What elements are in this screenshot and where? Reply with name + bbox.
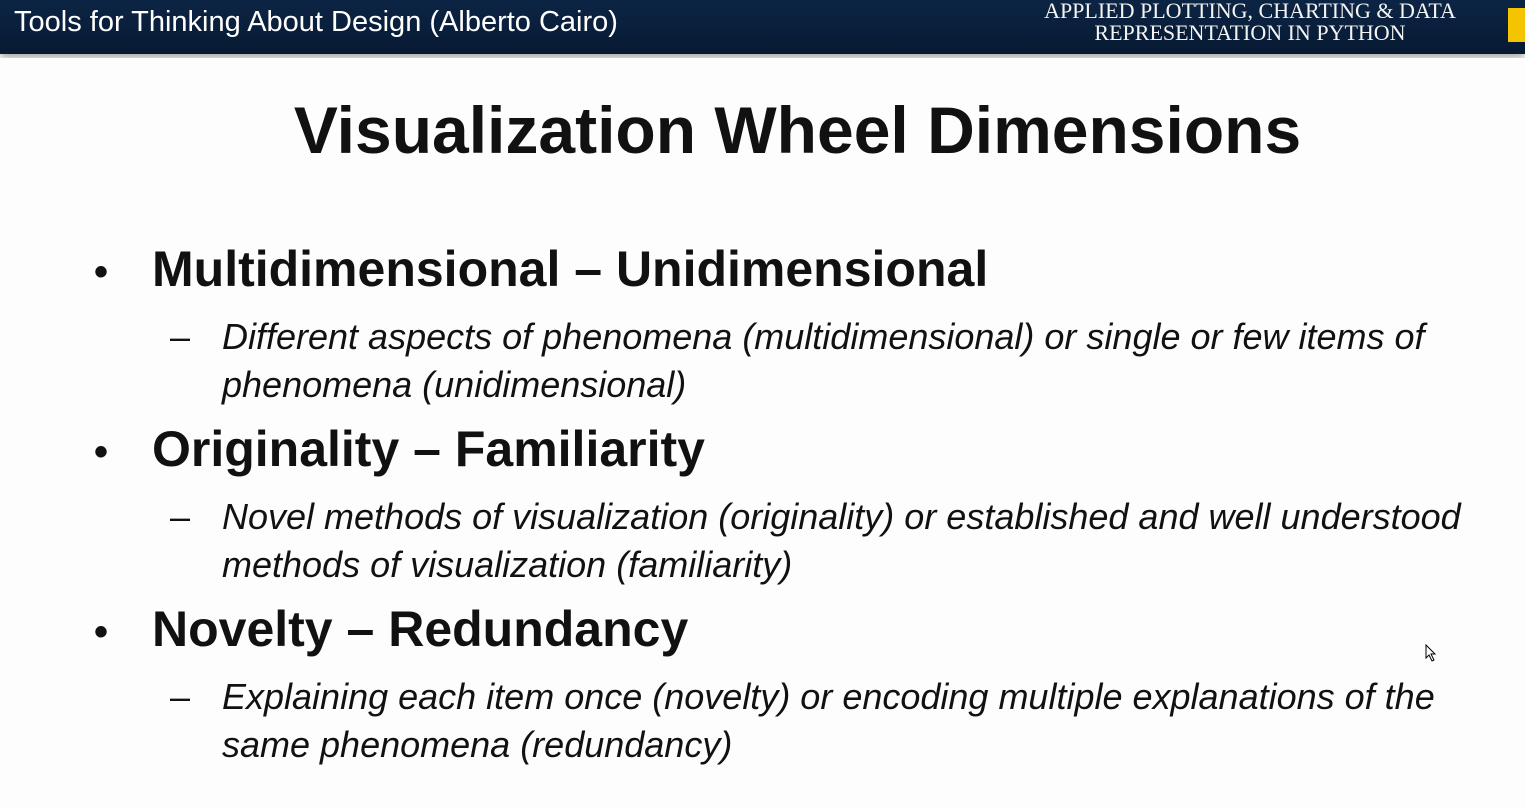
bullet-detail: – Explaining each item once (novelty) or …	[170, 673, 1512, 769]
bullet-icon: •	[94, 250, 109, 295]
bullet-text: Multidimensional – Unidimensional	[152, 241, 989, 297]
course-title-line2: REPRESENTATION IN PYTHON	[1094, 20, 1406, 45]
dash-icon: –	[170, 496, 191, 537]
header-bar: Tools for Thinking About Design (Alberto…	[0, 0, 1525, 54]
mouse-cursor-icon	[1425, 644, 1437, 662]
bullet-text: Originality – Familiarity	[152, 421, 705, 477]
dash-icon: –	[170, 676, 191, 717]
bullet-icon: •	[94, 610, 109, 655]
bullet-detail: – Novel methods of visualization (origina…	[170, 493, 1512, 589]
course-title-line1: APPLIED PLOTTING, CHARTING & DATA	[1044, 0, 1456, 23]
bullet-text: Novelty – Redundancy	[152, 601, 689, 657]
bullet-heading: • Multidimensional – Unidimensional	[94, 240, 988, 298]
bullet-heading: • Originality – Familiarity	[94, 420, 705, 478]
slide-title: Visualization Wheel Dimensions	[293, 93, 1302, 167]
bullet-heading: • Novelty – Redundancy	[94, 600, 688, 658]
bullet-icon: •	[94, 430, 109, 475]
dash-icon: –	[170, 316, 191, 357]
detail-text: Explaining each item once (novelty) or e…	[222, 676, 1435, 765]
university-logo	[1508, 8, 1525, 42]
course-title: APPLIED PLOTTING, CHARTING & DATA REPRES…	[1000, 0, 1500, 44]
detail-text: Novel methods of visualization (original…	[222, 496, 1461, 585]
video-title: Tools for Thinking About Design (Alberto…	[14, 6, 618, 38]
bullet-detail: – Different aspects of phenomena (multidi…	[170, 313, 1512, 409]
detail-text: Different aspects of phenomena (multidim…	[222, 316, 1425, 405]
